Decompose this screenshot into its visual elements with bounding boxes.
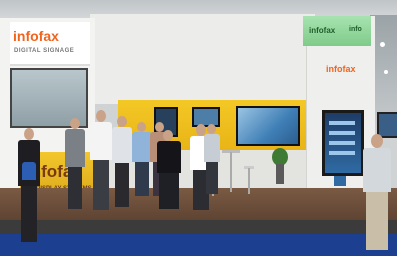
screen-content-row xyxy=(329,131,355,135)
tower-green-brand: infofax xyxy=(309,26,336,35)
stool-leg xyxy=(248,168,250,194)
blue-bag xyxy=(22,162,36,180)
left-banner-tagline: DIGITAL SIGNAGE xyxy=(14,48,75,54)
tower-display-screen xyxy=(322,110,364,176)
tower-logo: infofax xyxy=(326,64,356,74)
trade-show-photo: infofax DIGITAL SIGNAGE infofax DISPLAY … xyxy=(0,0,397,256)
visitor xyxy=(154,130,184,210)
bar-table-leg xyxy=(230,152,232,192)
screen-content-row xyxy=(329,151,355,155)
ceiling-light xyxy=(380,42,385,47)
screen-content-row xyxy=(329,121,355,125)
floor-edge xyxy=(0,220,397,234)
tower-green-label: info xyxy=(349,26,362,33)
visitor xyxy=(64,118,86,210)
screen-content-row xyxy=(329,141,355,145)
left-banner: infofax DIGITAL SIGNAGE xyxy=(10,22,90,66)
ceiling-light xyxy=(384,70,388,74)
tower-green-header: infofax info xyxy=(303,16,371,46)
left-banner-brand: infofax xyxy=(13,28,59,44)
visitor xyxy=(112,116,132,208)
visitor xyxy=(132,122,152,196)
booth-back-wall xyxy=(90,14,315,104)
visitor xyxy=(360,134,394,252)
blue-carpet xyxy=(0,234,397,256)
visitor xyxy=(88,110,114,210)
visitor xyxy=(204,124,220,194)
plant-pot xyxy=(276,164,284,184)
visitor xyxy=(16,128,42,244)
tower-small-sign xyxy=(334,176,346,186)
wall-screen-large xyxy=(236,106,300,146)
